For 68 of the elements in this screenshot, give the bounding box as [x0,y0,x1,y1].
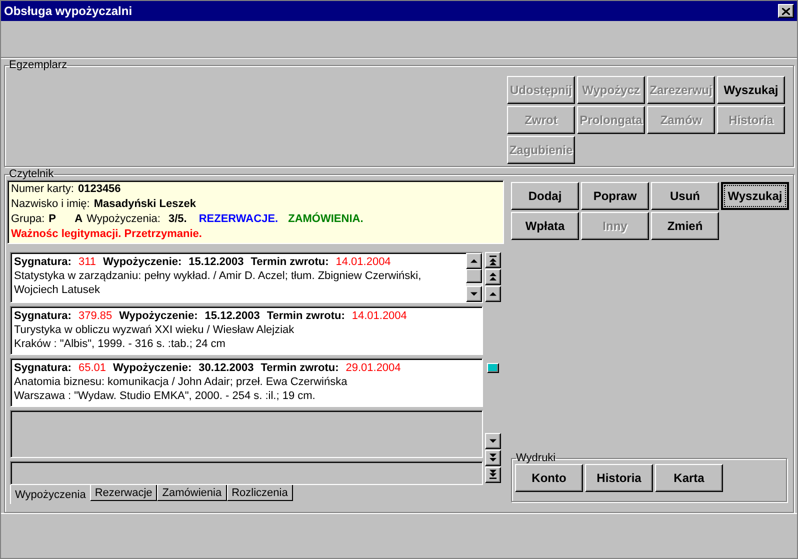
action-button[interactable]: Usuń [651,182,719,210]
field-label: Grupa: [11,212,45,227]
group-title: Czytelnik [9,168,54,180]
scroll-button[interactable] [466,253,482,269]
action-button[interactable]: Karta [655,464,723,492]
scrollbar[interactable] [466,253,482,302]
field-label: Termin zwrotu: [266,309,345,323]
scroll-button[interactable] [485,286,501,302]
signature-value: 379.85 [78,309,112,323]
field-label: Termin zwrotu: [250,255,329,269]
field-label: Wypożyczenie: [119,309,198,323]
close-button[interactable] [778,4,794,18]
loans-count: 3/5. [168,212,187,227]
group-value: P [48,212,57,227]
card-number: 0123456 [78,182,121,197]
scroll-button[interactable] [485,269,501,285]
warning-text: Ważnośc legitymacji. Przetrzymanie. [11,227,203,242]
group-title: Egzemplarz [9,59,68,71]
scroll-position-marker[interactable] [487,362,499,372]
signature-value: 311 [78,255,96,269]
field-label: Sygnatura: [14,255,72,269]
due-date: 14.01.2004 [336,255,391,269]
signature-value: 65.01 [78,361,106,375]
due-date: 29.01.2004 [346,361,401,375]
scroll-button[interactable] [485,433,501,449]
action-button[interactable]: Konto [515,464,583,492]
close-icon [782,8,790,14]
book-title: Turystyka w obliczu wyzwań XXI wieku / Wiesław Alejziak [14,323,296,337]
scroll-button[interactable] [485,450,501,466]
action-button[interactable]: Popraw [581,182,649,210]
scroll-thumb[interactable] [466,269,482,283]
book-details: Warszawa : "Wydaw. Studio EMKA", 2000. - 254 s. :il.; 19 cm. [14,389,316,403]
action-button[interactable]: Dodaj [511,182,579,210]
action-button[interactable]: Wpłata [511,212,579,240]
window-title: Obsługa wypożyczalni [4,3,132,20]
field-label: Sygnatura: [14,361,72,375]
loan-date: 15.12.2003 [204,309,260,323]
field-label: Wypożyczenie: [103,255,182,269]
field-label: Termin zwrotu: [260,361,339,375]
book-title: Statystyka w zarządzaniu: pełny wykład. / Amir D. Aczel; tłum. Zbigniew Czerwiński, Wojciech Latusek [14,269,422,297]
book-details: Kraków : "Albis", 1999. - 316 s. :tab.; 24 cm [14,337,226,351]
action-button[interactable]: Zmień [651,212,719,240]
due-date: 14.01.2004 [352,309,407,323]
reservations-link[interactable]: REZERWACJE. [198,212,278,227]
field-label: Numer karty: [11,182,74,197]
action-button[interactable]: Wyszukaj [717,76,785,104]
action-button[interactable]: Wyszukaj [721,182,789,210]
loan-date: 30.12.2003 [198,361,254,375]
field-label: Sygnatura: [14,309,72,323]
field-label: Wypożyczenie: [113,361,192,375]
group-value: A [74,212,83,227]
scroll-button[interactable] [485,467,501,483]
book-title: Anatomia biznesu: komunikacja / John Adair; przeł. Ewa Czerwińska [14,375,348,389]
loan-card[interactable]: Sygnatura: 379.85 Wypożyczenie: 15.12.2003 Termin zwrotu: 14.01.2004 Turystyka w obliczu wyzwań XXI wieku / Wiesław Alejziak Kraków : "Albis", 1999. - 316 s. :tab.; 24 cm [10,306,483,355]
group-title: Wydruki [516,452,556,464]
field-label: Wypożyczenia: [86,212,160,227]
loan-date: 15.12.2003 [188,255,244,269]
reader-name: Masadyński Leszek [94,197,196,212]
orders-link[interactable]: ZAMÓWIENIA. [288,212,364,227]
scroll-button[interactable] [466,286,482,302]
scroll-button[interactable] [485,252,501,268]
tab[interactable]: Rezerwacje [90,485,158,501]
loan-card[interactable]: Sygnatura: 65.01 Wypożyczenie: 30.12.2003 Termin zwrotu: 29.01.2004 Anatomia biznesu: komunikacja / John Adair; przeł. Ewa Czerwińska Warszawa : "Wydaw. Studio EMKA", 2000. - 254 s. :il.; 19 cm. [10,358,483,407]
tab[interactable]: Zamówienia [157,485,227,501]
loan-card[interactable]: Sygnatura: 311 Wypożyczenie: 15.12.2003 Termin zwrotu: 14.01.2004 Statystyka w zarządzaniu: pełny wykład. / Amir D. Aczel; tłum. Zbigniew Czerwiński, Wojciech Latusek [10,252,483,303]
field-label: Nazwisko i imię: [11,197,90,212]
action-button[interactable]: Historia [585,464,653,492]
tab[interactable]: Rozliczenia [226,485,293,501]
